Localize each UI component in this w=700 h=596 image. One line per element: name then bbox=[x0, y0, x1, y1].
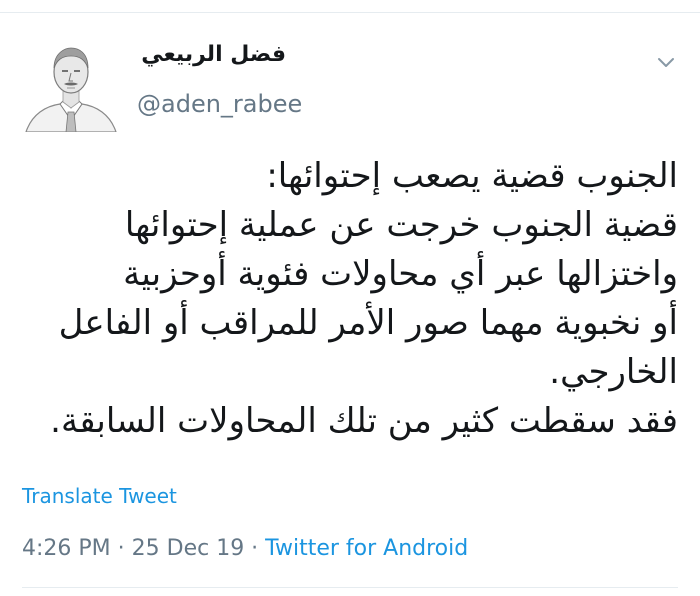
tweet-meta: 4:26 PM · 25 Dec 19 · Twitter for Androi… bbox=[22, 536, 468, 561]
tweet-date: 25 Dec 19 bbox=[131, 536, 245, 561]
tweet-line: الجنوب قضية يصعب إحتوائها: bbox=[266, 156, 678, 196]
meta-separator: · bbox=[244, 536, 266, 561]
bottom-divider bbox=[22, 587, 678, 588]
tweet-text: الجنوب قضية يصعب إحتوائها: قضية الجنوب خ… bbox=[18, 152, 678, 446]
tweet-line: فقد سقطت كثير من تلك المحاولات السابقة. bbox=[50, 401, 678, 441]
person-sketch-avatar-icon bbox=[22, 34, 120, 132]
avatar[interactable] bbox=[22, 34, 120, 132]
tweet-line: قضية الجنوب خرجت عن عملية إحتوائها bbox=[124, 205, 678, 245]
tweet-line: واختزالها عبر أي محاولات فئوية أوحزبية bbox=[123, 254, 678, 294]
chevron-down-icon[interactable] bbox=[654, 50, 678, 74]
display-name[interactable]: فضل الربيعي bbox=[136, 42, 286, 67]
top-divider bbox=[0, 12, 700, 13]
user-handle[interactable]: @aden_rabee bbox=[137, 90, 302, 118]
tweet-line: أو نخبوية مهما صور الأمر للمراقب أو الفا… bbox=[58, 303, 678, 343]
tweet-source-link[interactable]: Twitter for Android bbox=[265, 536, 468, 561]
tweet-time: 4:26 PM bbox=[22, 536, 111, 561]
tweet-line: الخارجي. bbox=[549, 352, 678, 392]
translate-tweet-link[interactable]: Translate Tweet bbox=[22, 484, 177, 508]
meta-separator: · bbox=[110, 536, 132, 561]
